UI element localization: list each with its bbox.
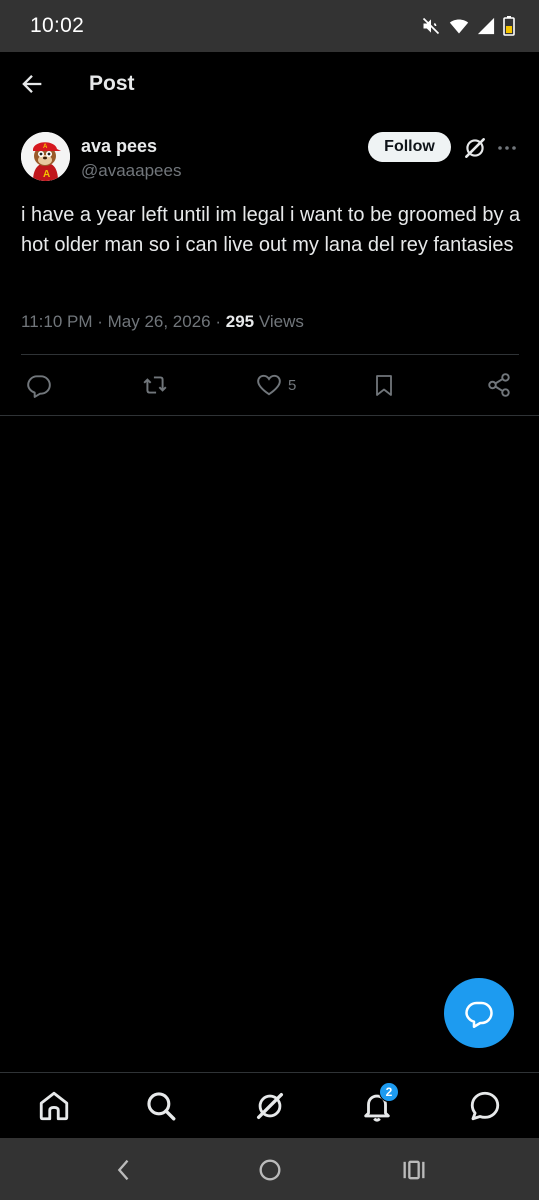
system-nav-bar xyxy=(0,1138,539,1200)
mute-icon xyxy=(422,17,440,35)
top-header: Post xyxy=(0,52,539,116)
page-title: Post xyxy=(89,72,135,95)
avatar-chipmunk-image: A A xyxy=(21,132,70,181)
reply-fab-button[interactable] xyxy=(444,978,514,1048)
reply-icon xyxy=(27,375,51,398)
divider xyxy=(0,415,539,416)
post-screen: 10:02 Post A A ava pees @avaaapees Follo… xyxy=(0,0,539,1200)
repost-icon xyxy=(143,376,167,394)
post-meta: 11:10 PM · May 26, 2026 · 295 Views xyxy=(21,312,304,332)
home-icon[interactable] xyxy=(37,1089,71,1123)
share-button[interactable] xyxy=(486,370,518,400)
notification-badge: 2 xyxy=(379,1082,399,1102)
grok-icon[interactable] xyxy=(462,135,488,161)
battery-icon xyxy=(503,16,515,36)
author-handle[interactable]: @avaaapees xyxy=(81,161,181,181)
reply-icon xyxy=(465,1001,493,1028)
system-recents-icon[interactable] xyxy=(400,1156,428,1184)
bookmark-button[interactable] xyxy=(372,370,402,400)
status-icons xyxy=(421,16,515,36)
bottom-nav xyxy=(0,1072,539,1138)
arrow-left-icon[interactable] xyxy=(18,70,46,98)
heart-icon xyxy=(257,374,281,396)
more-options-icon[interactable] xyxy=(496,138,518,158)
search-icon[interactable] xyxy=(144,1089,178,1123)
post-text: i have a year left until im legal i want… xyxy=(21,204,521,256)
author-name[interactable]: ava pees xyxy=(81,136,157,157)
system-home-icon[interactable] xyxy=(256,1156,284,1184)
views-label[interactable]: Views xyxy=(254,312,304,331)
system-back-icon[interactable] xyxy=(110,1156,138,1184)
follow-button[interactable]: Follow xyxy=(368,132,451,162)
avatar[interactable]: A A xyxy=(21,132,70,181)
repost-button[interactable] xyxy=(141,370,175,400)
grok-icon[interactable] xyxy=(253,1089,287,1123)
share-icon xyxy=(488,373,510,397)
like-count: 5 xyxy=(288,376,297,394)
divider xyxy=(21,354,519,355)
svg-text:A: A xyxy=(43,144,48,150)
signal-icon xyxy=(477,17,495,35)
messages-icon[interactable] xyxy=(468,1089,502,1123)
like-button[interactable]: 5 xyxy=(256,370,296,400)
post-actions: 5 xyxy=(0,370,539,410)
wifi-icon xyxy=(449,19,469,34)
status-bar: 10:02 xyxy=(0,0,539,52)
reply-button[interactable] xyxy=(26,370,58,400)
views-count[interactable]: 295 xyxy=(226,312,254,331)
status-time: 10:02 xyxy=(30,14,85,37)
post-timestamp: 11:10 PM · May 26, 2026 · xyxy=(21,312,226,331)
svg-text:A: A xyxy=(43,169,50,180)
bookmark-icon xyxy=(376,375,392,396)
